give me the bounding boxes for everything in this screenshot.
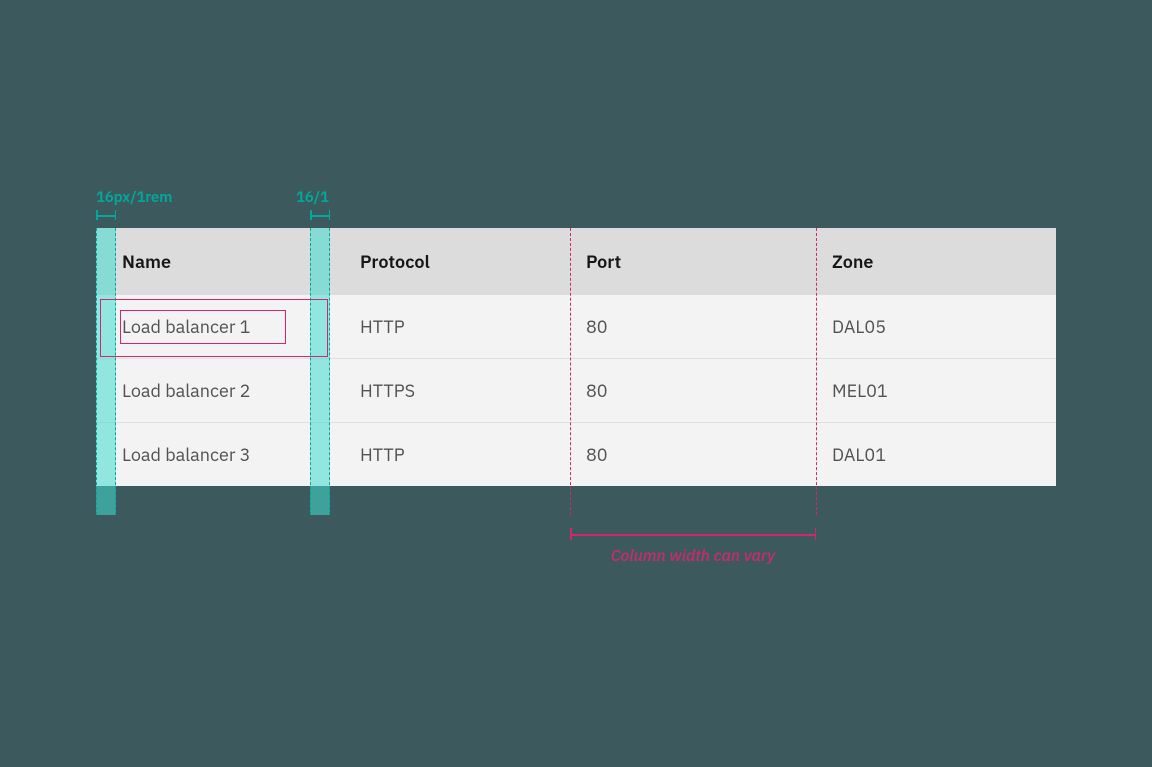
cell-protocol: HTTP [330, 295, 570, 359]
table-row: Load balancer 2 HTTPS 80 MEL01 [96, 359, 1056, 423]
col-header-port: Port [570, 228, 816, 295]
padding-mark-left [96, 210, 116, 220]
padding-label-right: 16/1 [296, 188, 329, 207]
padding-label-left: 16px/1rem [96, 188, 172, 207]
col-header-protocol: Protocol [330, 228, 570, 295]
cell-name: Load balancer 1 [96, 295, 330, 359]
data-table: Name Protocol Port Zone Load balancer 1 … [96, 228, 1056, 486]
table-header-row: Name Protocol Port Zone [96, 228, 1056, 295]
cell-port: 80 [570, 423, 816, 487]
col-header-zone: Zone [816, 228, 1056, 295]
table-row: Load balancer 1 HTTP 80 DAL05 [96, 295, 1056, 359]
padding-mark-right [310, 210, 330, 220]
cell-port: 80 [570, 359, 816, 423]
column-width-mark [570, 528, 816, 540]
cell-zone: MEL01 [816, 359, 1056, 423]
table-row: Load balancer 3 HTTP 80 DAL01 [96, 423, 1056, 487]
cell-protocol: HTTPS [330, 359, 570, 423]
cell-port: 80 [570, 295, 816, 359]
column-width-label: Column width can vary [570, 546, 816, 566]
col-header-name: Name [96, 228, 330, 295]
cell-name: Load balancer 3 [96, 423, 330, 487]
cell-protocol: HTTP [330, 423, 570, 487]
cell-zone: DAL01 [816, 423, 1056, 487]
cell-name: Load balancer 2 [96, 359, 330, 423]
spec-canvas: 16px/1rem 16/1 Name Protocol Port Zone L… [96, 228, 1056, 486]
cell-zone: DAL05 [816, 295, 1056, 359]
